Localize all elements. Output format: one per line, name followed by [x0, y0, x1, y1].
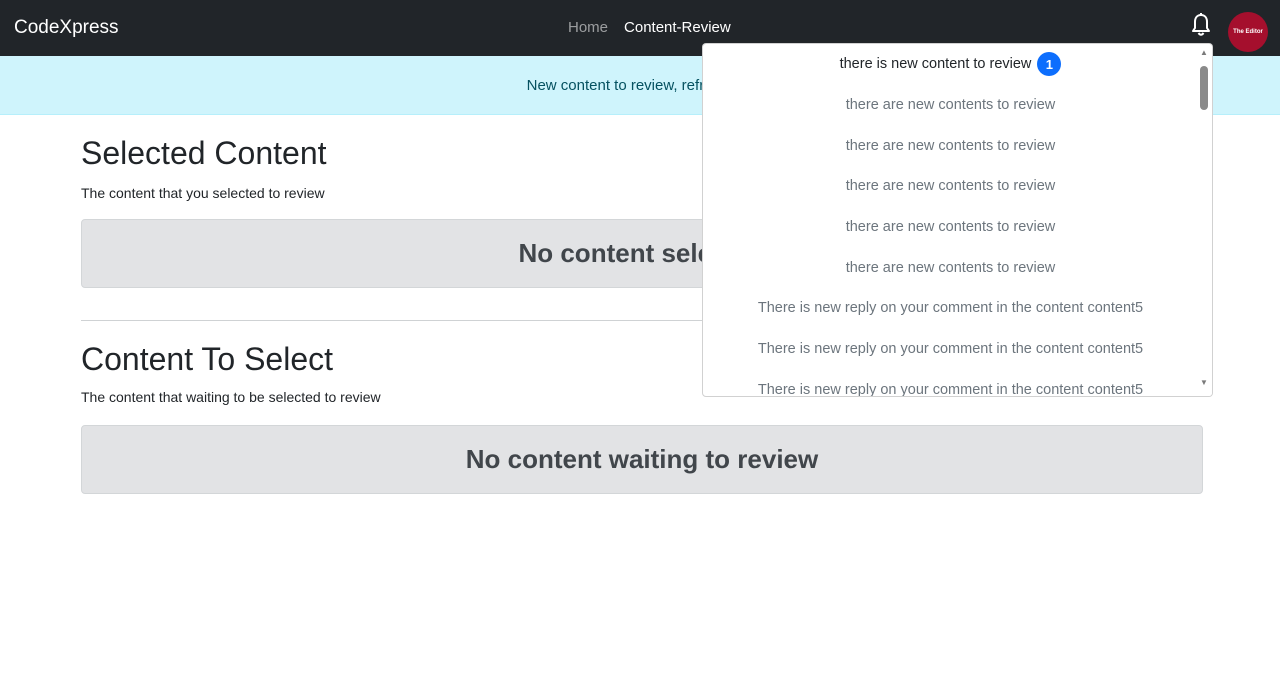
- notification-item[interactable]: there is new content to review 1: [703, 44, 1198, 85]
- selected-content-title: Selected Content: [81, 135, 327, 171]
- notification-count-badge: 1: [1037, 52, 1062, 77]
- notification-item[interactable]: there are new contents to review: [703, 85, 1198, 126]
- content-to-select-subtitle: The content that waiting to be selected …: [81, 389, 381, 405]
- notification-item[interactable]: There is new reply on your comment in th…: [703, 370, 1198, 397]
- notification-text: there is new content to review: [839, 56, 1032, 73]
- notification-item[interactable]: There is new reply on your comment in th…: [703, 288, 1198, 329]
- nav-link-home[interactable]: Home: [568, 18, 608, 38]
- scroll-down-arrow-icon[interactable]: ▼: [1199, 378, 1209, 388]
- scroll-thumb[interactable]: [1200, 66, 1208, 110]
- bell-icon[interactable]: [1190, 13, 1212, 37]
- notification-text: there are new contents to review: [845, 97, 1056, 114]
- notification-text: There is new reply on your comment in th…: [757, 381, 1144, 397]
- nav-links: Home Content-Review: [568, 18, 731, 38]
- content-to-select-title: Content To Select: [81, 341, 334, 377]
- notification-item[interactable]: There is new reply on your comment in th…: [703, 329, 1198, 370]
- notification-item[interactable]: there are new contents to review: [703, 247, 1198, 288]
- notifications-dropdown[interactable]: there is new content to review 1 there a…: [702, 43, 1213, 397]
- notification-item[interactable]: there are new contents to review: [703, 166, 1198, 207]
- notification-item[interactable]: there are new contents to review: [703, 207, 1198, 248]
- user-avatar[interactable]: The Editor: [1228, 12, 1268, 52]
- notification-text: There is new reply on your comment in th…: [757, 300, 1144, 317]
- nav-link-content-review[interactable]: Content-Review: [624, 18, 731, 38]
- brand-logo[interactable]: CodeXpress: [14, 16, 119, 40]
- notification-text: there are new contents to review: [845, 219, 1056, 236]
- selected-content-subtitle: The content that you selected to review: [81, 185, 325, 201]
- notifications-list: there is new content to review 1 there a…: [703, 44, 1198, 397]
- dropdown-scrollbar[interactable]: ▲ ▼: [1196, 44, 1212, 396]
- notification-item[interactable]: there are new contents to review: [703, 125, 1198, 166]
- notification-text: there are new contents to review: [845, 178, 1056, 195]
- notification-text: there are new contents to review: [845, 259, 1056, 276]
- notification-text: There is new reply on your comment in th…: [757, 341, 1144, 358]
- notification-text: there are new contents to review: [845, 137, 1056, 154]
- scroll-up-arrow-icon[interactable]: ▲: [1199, 48, 1209, 58]
- content-to-select-empty-box: No content waiting to review: [81, 425, 1203, 494]
- content-to-select-empty-text: No content waiting to review: [465, 444, 819, 474]
